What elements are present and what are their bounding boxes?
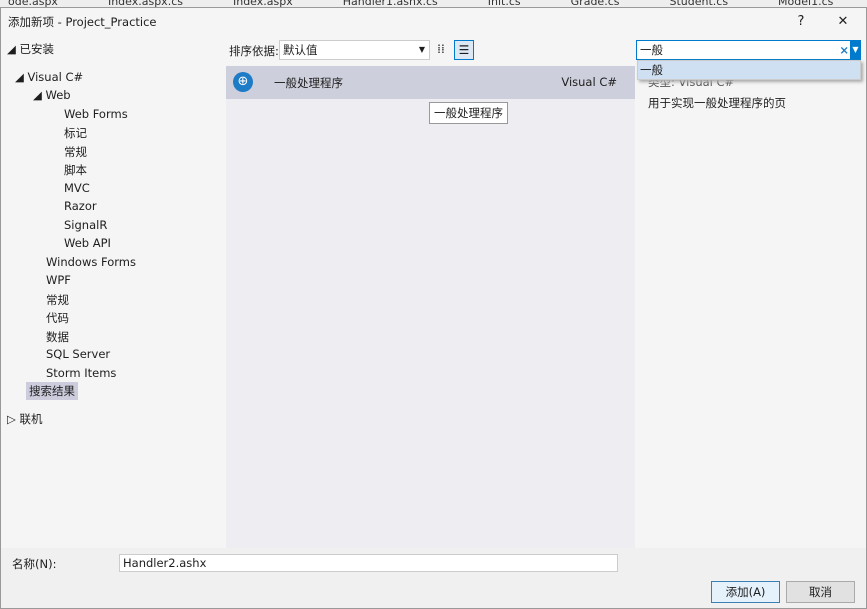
search-input[interactable]: 一般 × xyxy=(636,40,854,60)
tree-item[interactable]: MVC xyxy=(64,181,90,195)
sort-label: 排序依据: xyxy=(229,44,279,58)
expand-icon: ◢ xyxy=(7,42,20,56)
list-view-button[interactable]: ☰ xyxy=(454,40,474,60)
search-dropdown-button[interactable]: ▼ xyxy=(850,40,861,60)
editor-tab[interactable]: Index.aspx xyxy=(233,0,293,7)
tooltip: 一般处理程序 xyxy=(429,102,508,124)
clear-icon[interactable]: × xyxy=(839,41,849,59)
tree-item[interactable]: Web API xyxy=(64,236,111,250)
tree-search-results[interactable]: 搜索结果 xyxy=(26,382,78,400)
add-new-item-dialog: 添加新项 - Project_Practice ? ✕ ◢ 已安装 ◢ Visu… xyxy=(0,7,867,609)
tree-visual-csharp[interactable]: ◢ Visual C# xyxy=(15,70,83,84)
tree-item[interactable]: 常规 xyxy=(64,144,87,160)
editor-tab[interactable]: Index.aspx.cs xyxy=(108,0,183,7)
search-suggestion[interactable]: 一般 xyxy=(637,60,861,80)
template-name: 一般处理程序 xyxy=(274,76,343,90)
cancel-button[interactable]: 取消 xyxy=(786,581,855,603)
chevron-down-icon: ▼ xyxy=(418,45,425,54)
tree-web[interactable]: ◢ Web xyxy=(33,88,71,102)
help-button[interactable]: ? xyxy=(789,11,813,33)
add-button[interactable]: 添加(A) xyxy=(711,581,780,603)
template-list: ⊕ 一般处理程序 Visual C# 一般处理程序 xyxy=(226,66,635,548)
globe-file-icon: ⊕ xyxy=(233,72,253,92)
tree-item[interactable]: 代码 xyxy=(46,310,69,326)
tree-item[interactable]: Razor xyxy=(64,199,97,213)
editor-tab[interactable]: ode.aspx xyxy=(8,0,58,7)
tree-item[interactable]: 常规 xyxy=(46,292,69,308)
name-label: 名称(N): xyxy=(12,557,57,571)
tree-item[interactable]: 数据 xyxy=(46,329,69,345)
small-icons-view-button[interactable]: ⁞⁞ xyxy=(432,40,450,58)
tree-item[interactable]: SQL Server xyxy=(46,347,110,361)
template-language: Visual C# xyxy=(561,75,617,89)
editor-tab[interactable]: Student.cs xyxy=(669,0,728,7)
tree-item[interactable]: SignalR xyxy=(64,218,107,232)
name-input[interactable]: Handler2.ashx xyxy=(119,554,618,572)
tree-item[interactable]: Windows Forms xyxy=(46,255,136,269)
tree-installed[interactable]: ◢ 已安装 xyxy=(7,41,54,57)
tree-item[interactable]: Storm Items xyxy=(46,366,116,380)
editor-tab[interactable]: Handler1.ashx.cs xyxy=(343,0,438,7)
collapse-icon: ▷ xyxy=(7,412,20,426)
editor-tab-strip: ode.aspx Index.aspx.cs Index.aspx Handler1.… xyxy=(0,0,867,7)
template-item[interactable]: ⊕ 一般处理程序 Visual C# xyxy=(226,66,635,99)
expand-icon: ◢ xyxy=(15,70,28,84)
editor-tab[interactable]: Grade.cs xyxy=(571,0,620,7)
tree-item[interactable]: 脚本 xyxy=(64,162,87,178)
sort-select[interactable]: 默认值 ▼ xyxy=(279,40,430,60)
expand-icon: ◢ xyxy=(33,88,46,102)
tree-item[interactable]: WPF xyxy=(46,273,71,287)
details-description: 用于实现一般处理程序的页 xyxy=(648,96,786,110)
dialog-title: 添加新项 - Project_Practice xyxy=(8,15,157,29)
editor-tab[interactable]: Init.cs xyxy=(488,0,521,7)
tree-item[interactable]: Web Forms xyxy=(64,107,128,121)
category-tree: ◢ 已安装 ◢ Visual C# ◢ Web Web Forms 标记 常规 … xyxy=(1,36,225,548)
tree-online[interactable]: ▷ 联机 xyxy=(7,411,43,427)
tree-item[interactable]: 标记 xyxy=(64,125,87,141)
close-button[interactable]: ✕ xyxy=(831,11,855,33)
editor-tab[interactable]: Model1.cs xyxy=(778,0,833,7)
